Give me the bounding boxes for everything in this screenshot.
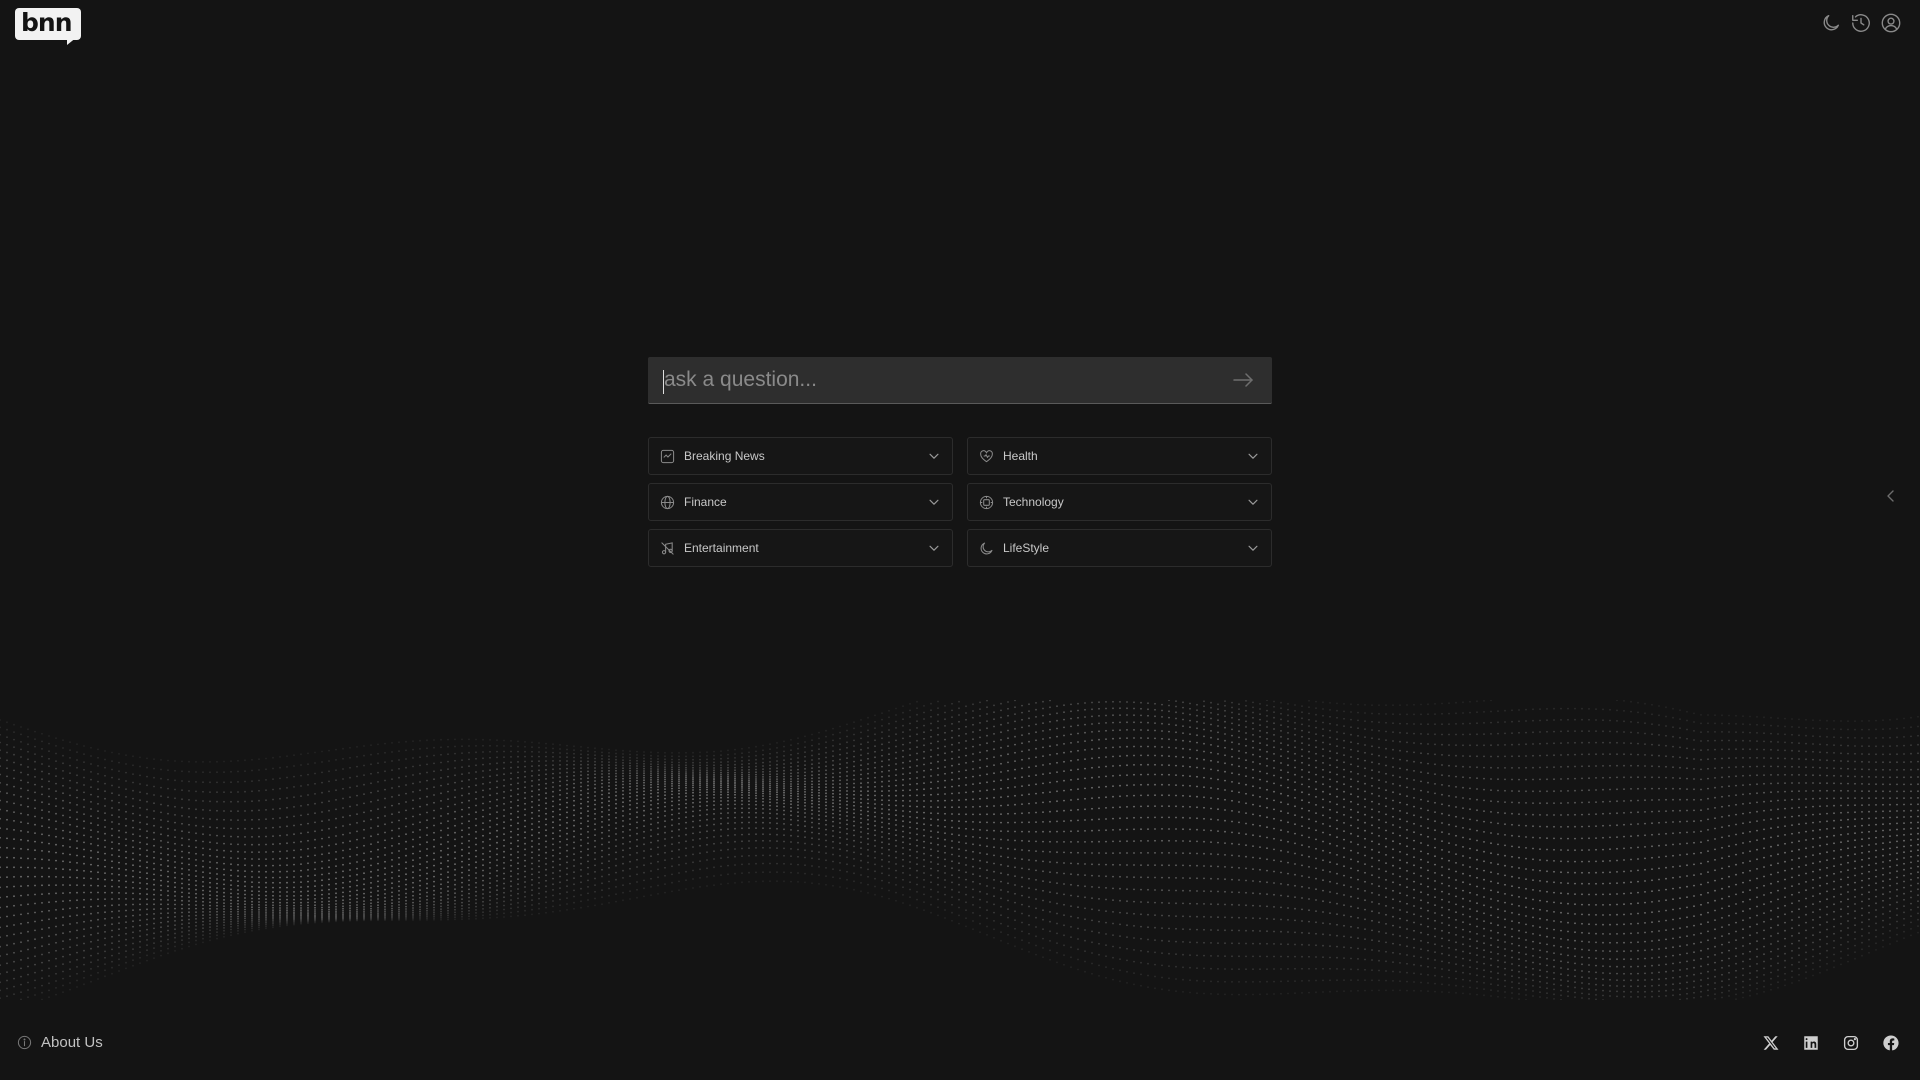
chip-icon [979,495,994,509]
logo-text: bnn [21,8,72,37]
category-lifestyle[interactable]: LifeStyle [967,529,1272,567]
chevron-down-icon [929,499,939,505]
info-icon [17,1035,32,1050]
category-label: Health [1003,449,1038,463]
social-links [1762,1034,1900,1052]
category-breaking-news[interactable]: Breaking News [648,437,953,475]
chevron-left-icon[interactable] [1884,486,1898,506]
moon-icon[interactable] [1820,12,1842,34]
page: bnn Breaking News [0,0,1920,1080]
chevron-down-icon [929,453,939,459]
about-us-label: About Us [41,1034,103,1051]
music-icon [661,541,674,555]
chevron-down-icon [1248,545,1258,551]
search-input[interactable] [662,357,1202,403]
user-icon[interactable] [1880,12,1902,34]
about-us-link[interactable]: About Us [17,1034,103,1051]
category-finance[interactable]: Finance [648,483,953,521]
x-icon[interactable] [1762,1034,1780,1052]
category-technology[interactable]: Technology [967,483,1272,521]
chevron-down-icon [1248,453,1258,459]
chevron-down-icon [929,545,939,551]
category-label: Finance [684,495,727,509]
category-label: LifeStyle [1003,541,1050,555]
particle-wave-background [0,700,1919,1000]
text-caret [663,370,664,394]
category-health[interactable]: Health [967,437,1272,475]
news-icon [660,449,675,463]
bnn-logo[interactable]: bnn [15,8,81,40]
category-entertainment[interactable]: Entertainment [648,529,953,567]
header-actions [1820,12,1902,34]
category-grid: Breaking News Health Finance Technology [648,437,1272,567]
category-label: Technology [1003,495,1064,509]
globe-icon [660,495,675,509]
history-icon[interactable] [1850,12,1872,34]
arrow-right-icon [1233,373,1253,387]
linkedin-icon[interactable] [1802,1034,1820,1052]
facebook-icon[interactable] [1882,1034,1900,1052]
category-label: Breaking News [684,449,765,463]
search-box [648,357,1272,404]
instagram-icon[interactable] [1842,1034,1860,1052]
category-label: Entertainment [684,541,759,555]
submit-button[interactable] [1230,368,1256,392]
chevron-down-icon [1248,499,1258,505]
moon-icon [980,542,993,554]
heart-icon [980,449,993,462]
